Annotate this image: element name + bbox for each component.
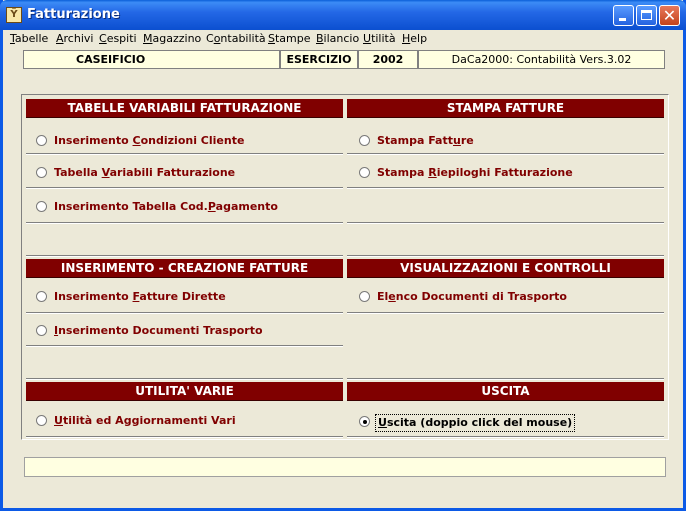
radio-button[interactable] xyxy=(36,167,47,178)
label-accesskey: U xyxy=(54,414,63,427)
label-accesskey: V xyxy=(101,166,110,179)
menu-label: elp xyxy=(410,32,428,45)
minimize-button[interactable] xyxy=(613,5,634,26)
menu-accesskey: B xyxy=(316,32,324,45)
version-field: DaCa2000: Contabilità Vers.3.02 xyxy=(418,50,665,69)
menu-cespiti[interactable]: Cespiti xyxy=(99,32,137,45)
option-label: Utilità ed Aggiornamenti Vari xyxy=(54,413,236,429)
section-header-stampa: STAMPA FATTURE xyxy=(347,99,664,118)
label-text: Inserimento xyxy=(54,290,133,303)
option-label: Uscita (doppio click del mouse) xyxy=(375,414,576,432)
radio-button[interactable] xyxy=(36,325,47,336)
label-accesskey: R xyxy=(428,166,437,179)
label-text: nserimento Documenti Trasporto xyxy=(58,324,263,337)
menu-utilita[interactable]: Utilità xyxy=(363,32,396,45)
year-field: 2002 xyxy=(358,50,418,69)
menu-label: agazzino xyxy=(152,32,202,45)
radio-button[interactable] xyxy=(36,135,47,146)
label-text: Stampa Fatt xyxy=(377,134,454,147)
menu-accesskey: A xyxy=(56,32,64,45)
section-header-utilita: UTILITA' VARIE xyxy=(26,382,343,401)
label-text: scita (doppio click del mouse) xyxy=(386,416,573,429)
section-header-uscita: USCITA xyxy=(347,382,664,401)
label-text: Inserimento Tabella Cod. xyxy=(54,200,208,213)
option-label: Tabella Variabili Fatturazione xyxy=(54,165,235,181)
radio-button[interactable] xyxy=(36,415,47,426)
menu-label: ntabilità xyxy=(220,32,266,45)
option-label: Elenco Documenti di Trasporto xyxy=(377,289,567,305)
radio-button[interactable] xyxy=(359,291,370,302)
slot-divider xyxy=(347,313,664,379)
menu-label: espiti xyxy=(106,32,137,45)
menu-accesskey: U xyxy=(363,32,372,45)
label-accesskey: U xyxy=(378,416,387,429)
menu-tabelle[interactable]: Tabelle xyxy=(10,32,48,45)
menu-label: rchivi xyxy=(63,32,94,45)
label-text: iepiloghi Fatturazione xyxy=(436,166,573,179)
section-header-inserimento: INSERIMENTO - CREAZIONE FATTURE xyxy=(26,259,343,278)
label-text: nco Documenti di Trasporto xyxy=(395,290,567,303)
menu-bilancio[interactable]: Bilancio xyxy=(316,32,359,45)
radio-button[interactable] xyxy=(359,167,370,178)
minimize-icon xyxy=(619,18,626,21)
menu-label: tilità xyxy=(371,32,396,45)
label-text: Inserimento xyxy=(54,134,133,147)
label-accesskey: P xyxy=(207,200,216,213)
radio-button[interactable] xyxy=(36,201,47,212)
label-text: ariabili Fatturazione xyxy=(109,166,236,179)
option-label: Stampa Fatture xyxy=(377,133,474,149)
label-accesskey: u xyxy=(453,134,461,147)
section-header-tabelle: TABELLE VARIABILI FATTURAZIONE xyxy=(26,99,343,118)
menu-stampe[interactable]: Stampe xyxy=(268,32,311,45)
label-text: El xyxy=(377,290,389,303)
esercizio-label: ESERCIZIO xyxy=(280,50,358,69)
slot-divider xyxy=(26,223,343,256)
radio-button-checked[interactable] xyxy=(359,416,370,427)
option-label: Inserimento Tabella Cod.Pagamento xyxy=(54,199,278,215)
label-accesskey: e xyxy=(388,290,396,303)
section-header-visualizzazioni: VISUALIZZAZIONI E CONTROLLI xyxy=(347,259,664,278)
menu-bar: Tabelle Archivi Cespiti Magazzino Contab… xyxy=(3,30,683,48)
option-label: Inserimento Documenti Trasporto xyxy=(54,323,263,339)
menu-contabilita[interactable]: Contabilità xyxy=(206,32,266,45)
slot-divider xyxy=(347,223,664,256)
option-label: Stampa Riepiloghi Fatturazione xyxy=(377,165,573,181)
label-text: Stampa xyxy=(377,166,429,179)
option-label: Inserimento Condizioni Cliente xyxy=(54,133,244,149)
slot-divider xyxy=(347,188,664,223)
label-text: agamento xyxy=(215,200,278,213)
menu-magazzino[interactable]: Magazzino xyxy=(143,32,201,45)
company-field: CASEIFICIO xyxy=(23,50,280,69)
window-title: Fatturazione xyxy=(27,7,120,22)
maximize-icon xyxy=(641,10,652,20)
menu-accesskey: M xyxy=(143,32,153,45)
menu-accesskey: S xyxy=(268,32,275,45)
radio-button[interactable] xyxy=(359,135,370,146)
menu-label: ilancio xyxy=(323,32,360,45)
menu-label: tampe xyxy=(274,32,311,45)
title-bar[interactable]: Ÿ Fatturazione ✕ xyxy=(0,0,686,30)
label-text: tilità ed Aggiornamenti Vari xyxy=(62,414,236,427)
radio-button[interactable] xyxy=(36,291,47,302)
label-text: re xyxy=(460,134,474,147)
menu-label: abelle xyxy=(14,32,49,45)
app-icon[interactable]: Ÿ xyxy=(6,7,22,23)
close-icon: ✕ xyxy=(662,6,677,25)
label-text: ondizioni Cliente xyxy=(140,134,245,147)
option-label: Inserimento Fatture Dirette xyxy=(54,289,226,305)
label-text: atture Dirette xyxy=(139,290,226,303)
status-bar xyxy=(24,457,666,477)
menu-help[interactable]: Help xyxy=(402,32,427,45)
menu-label: C xyxy=(206,32,214,45)
label-text: Tabella xyxy=(54,166,102,179)
menu-archivi[interactable]: Archivi xyxy=(56,32,93,45)
main-window: Ÿ Fatturazione ✕ Tabelle Archivi Cespiti… xyxy=(0,0,686,511)
label-accesskey: C xyxy=(132,134,141,147)
slot-divider xyxy=(26,346,343,379)
menu-accesskey: C xyxy=(99,32,107,45)
maximize-button[interactable] xyxy=(636,5,657,26)
close-button[interactable]: ✕ xyxy=(659,5,680,26)
